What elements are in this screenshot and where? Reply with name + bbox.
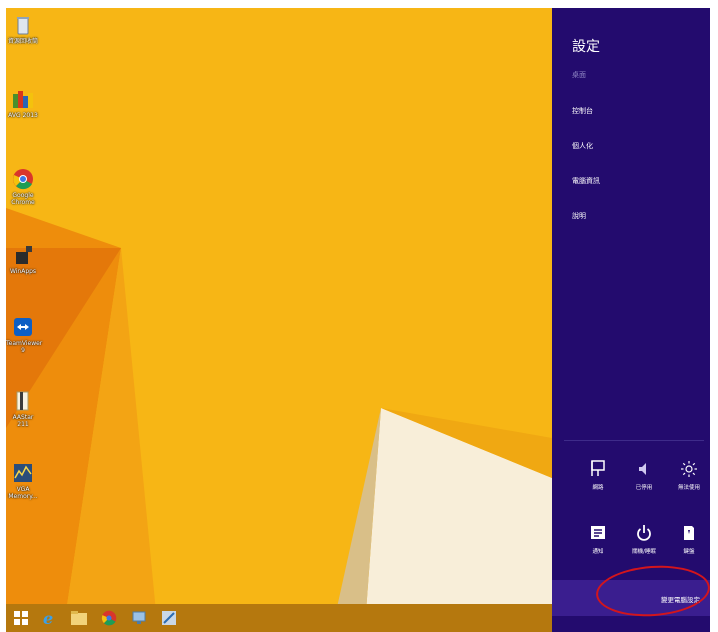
menu-item-help[interactable]: 說明 xyxy=(572,211,586,221)
pane-divider xyxy=(564,440,704,441)
desktop-icon-teamviewer[interactable]: TeamViewer 9 xyxy=(6,316,43,354)
power-tile[interactable]: 關機/睡眠 xyxy=(623,524,665,555)
desktop-screen: 資源回收筒 AVG 2013 Google Chrome WinApps Tea… xyxy=(6,8,710,632)
app-icon xyxy=(16,246,32,264)
menu-item-control-panel[interactable]: 控制台 xyxy=(572,106,593,116)
tile-label: 通知 xyxy=(592,549,604,555)
internet-explorer-icon[interactable]: e xyxy=(38,608,60,628)
desktop-icon-label: TeamViewer 9 xyxy=(6,340,43,354)
desktop-icon-label: WinApps xyxy=(9,268,37,275)
avg-icon xyxy=(13,91,33,108)
recycle-bin-icon xyxy=(17,17,29,35)
teamviewer-icon xyxy=(14,318,32,336)
pane-title: 設定 xyxy=(572,39,600,55)
chrome-taskbar-icon[interactable] xyxy=(98,608,120,628)
volume-tile[interactable]: 已停用 xyxy=(623,460,665,491)
notifications-icon xyxy=(591,526,605,539)
taskbar: e xyxy=(6,604,552,632)
paint-icon[interactable] xyxy=(158,608,180,628)
network-app-icon[interactable] xyxy=(128,608,150,628)
network-icon xyxy=(591,460,605,476)
power-icon xyxy=(637,525,651,541)
tile-label: 關機/睡眠 xyxy=(632,549,656,555)
tile-label: 無法使用 xyxy=(677,485,700,491)
desktop-icon-label: AVG 2013 xyxy=(8,112,38,119)
tile-label: 網路 xyxy=(592,485,604,491)
tile-label: 已停用 xyxy=(635,485,653,491)
chrome-icon xyxy=(13,169,33,190)
desktop-icon-avg[interactable]: AVG 2013 xyxy=(6,88,40,119)
file-explorer-icon[interactable] xyxy=(68,608,90,628)
notifications-tile[interactable]: 通知 xyxy=(577,524,619,555)
menu-item-personalization[interactable]: 個人化 xyxy=(572,141,593,151)
desktop-icon-vga[interactable]: VGA Memory... xyxy=(6,462,40,500)
desktop-icon-label: Google Chrome xyxy=(11,192,35,206)
brightness-tile[interactable]: 無法使用 xyxy=(668,460,710,491)
keyboard-tile[interactable]: 鍵盤 xyxy=(668,524,710,555)
keyboard-icon xyxy=(684,526,694,540)
desktop-icon-app[interactable]: WinApps xyxy=(6,244,40,275)
desktop-icon-label: VGA Memory... xyxy=(8,486,38,500)
desktop-icon-label: 資源回收筒 xyxy=(7,38,38,45)
desktop-icon-recycle-bin[interactable]: 資源回收筒 xyxy=(6,14,40,45)
settings-charm-pane: 設定 桌面 控制台 個人化 電腦資訊 說明 網路 已停用 無法使用 通知 關機/… xyxy=(552,8,710,632)
desktop-icon-folder[interactable]: AAStar 211 xyxy=(6,390,40,428)
wallpaper xyxy=(6,8,552,612)
svg-text:e: e xyxy=(43,609,53,627)
desktop-icon-chrome[interactable]: Google Chrome xyxy=(6,168,40,206)
folder-icon xyxy=(16,391,29,411)
network-tile[interactable]: 網路 xyxy=(577,460,619,491)
brightness-icon xyxy=(681,461,697,477)
tile-label: 鍵盤 xyxy=(683,549,695,555)
volume-icon xyxy=(639,463,646,475)
menu-item-pc-info[interactable]: 電腦資訊 xyxy=(572,176,600,186)
pane-subtitle: 桌面 xyxy=(572,71,586,79)
windows-start-icon[interactable] xyxy=(10,608,32,628)
desktop-icon-label: AAStar 211 xyxy=(12,414,34,428)
vga-memory-icon xyxy=(14,464,32,482)
